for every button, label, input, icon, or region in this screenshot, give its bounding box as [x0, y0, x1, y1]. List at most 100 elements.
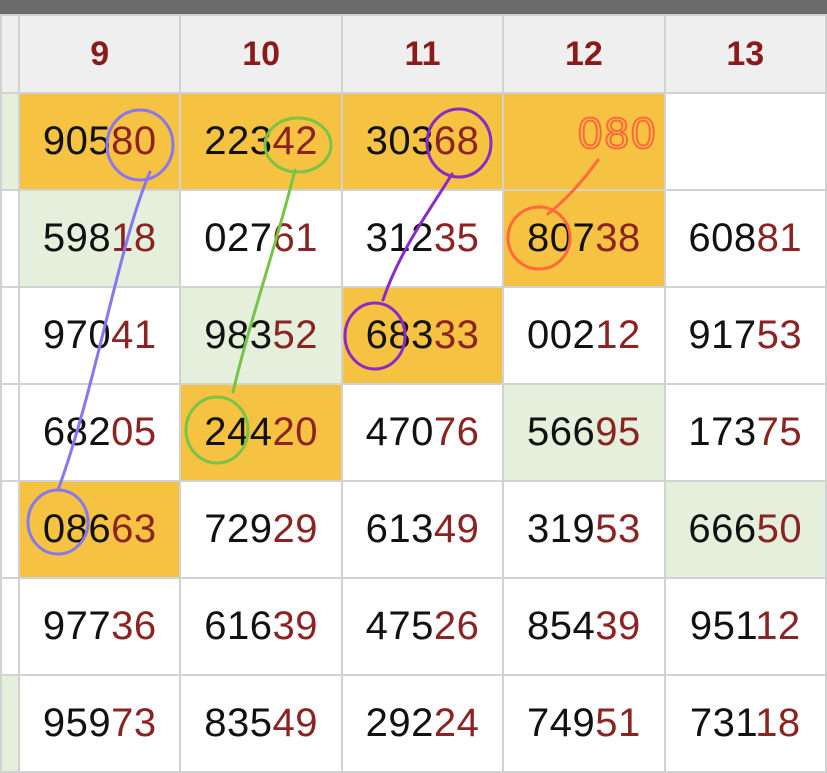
number-prefix: 683	[365, 313, 434, 357]
number-prefix: 027	[204, 216, 273, 260]
number-prefix: 905	[42, 119, 112, 163]
number-tail: 49	[272, 701, 318, 745]
table-row: 68205 24420 47076 56695 17375	[0, 383, 827, 482]
result-cell: 72929	[179, 480, 343, 579]
number-tail: 53	[595, 507, 641, 551]
number-tail: 39	[272, 604, 318, 648]
column-header: 10	[179, 14, 343, 94]
result-cell: 80738	[502, 189, 666, 288]
result-cell: 02761	[179, 189, 343, 288]
column-header: 9	[18, 14, 182, 94]
number-prefix: 613	[365, 507, 434, 551]
table-row: 90580 22342 30368	[0, 92, 827, 191]
number-tail: 52	[272, 313, 318, 357]
number-tail: 50	[756, 507, 803, 551]
table-row: 59818 02761 31235 80738 60881	[0, 189, 827, 288]
result-cell: 31235	[340, 189, 505, 288]
number-prefix: 173	[688, 410, 757, 454]
result-cell: 24420	[179, 383, 343, 482]
number-prefix: 292	[365, 701, 434, 745]
result-cell: 08663	[18, 480, 182, 579]
number-tail: 49	[433, 507, 480, 551]
number-prefix: 470	[365, 410, 434, 454]
number-prefix: 682	[42, 410, 112, 454]
number-prefix: 970	[42, 313, 112, 357]
result-cell: 31953	[502, 480, 666, 579]
number-prefix: 666	[688, 507, 757, 551]
result-cell: 47076	[340, 383, 505, 482]
number-tail: 18	[111, 216, 157, 260]
result-cell: 29224	[340, 674, 505, 773]
number-tail: 76	[433, 410, 480, 454]
row-edge-cell	[0, 480, 21, 579]
result-cell	[663, 92, 827, 191]
result-cell: 95973	[18, 674, 182, 773]
number-prefix: 319	[527, 507, 596, 551]
number-tail: 63	[111, 507, 157, 551]
result-cell: 61639	[179, 577, 343, 676]
result-cell: 30368	[340, 92, 505, 191]
result-cell: 73118	[663, 674, 827, 773]
column-header: 12	[502, 14, 666, 94]
number-prefix: 475	[365, 604, 434, 648]
number-tail: 80	[111, 119, 157, 163]
number-tail: 26	[433, 604, 480, 648]
table-row: 95973 83549 29224 74951 73118	[0, 674, 827, 773]
number-prefix: 983	[204, 313, 273, 357]
row-edge-cell	[0, 286, 21, 385]
result-cell: 22342	[179, 92, 343, 191]
number-tail: 38	[595, 216, 641, 260]
result-cell: 74951	[502, 674, 666, 773]
result-cell: 98352	[179, 286, 343, 385]
number-prefix: 312	[365, 216, 434, 260]
number-prefix: 807	[527, 216, 596, 260]
result-cell: 68205	[18, 383, 182, 482]
number-prefix: 616	[204, 604, 273, 648]
number-prefix: 086	[42, 507, 112, 551]
number-tail: 12	[595, 313, 641, 357]
number-tail: 95	[595, 410, 641, 454]
number-tail: 51	[595, 701, 641, 745]
number-tail: 24	[433, 701, 480, 745]
header-row: 9 10 11 12 13	[0, 14, 827, 94]
number-tail: 42	[272, 119, 318, 163]
number-prefix: 951	[689, 604, 756, 648]
column-header: 11	[340, 14, 505, 94]
result-cell: 59818	[18, 189, 182, 288]
number-tail: 33	[433, 313, 480, 357]
number-prefix: 749	[527, 701, 596, 745]
number-tail: 39	[595, 604, 641, 648]
number-tail: 05	[111, 410, 157, 454]
number-tail: 29	[272, 507, 318, 551]
number-prefix: 977	[42, 604, 112, 648]
result-cell: 47526	[340, 577, 505, 676]
result-cell: 95112	[663, 577, 827, 676]
column-header: 13	[663, 14, 827, 94]
number-prefix: 959	[42, 701, 112, 745]
number-prefix: 917	[688, 313, 757, 357]
number-tail: 41	[111, 313, 157, 357]
number-tail: 18	[755, 701, 801, 745]
number-tail: 20	[272, 410, 318, 454]
number-tail: 68	[433, 119, 480, 163]
result-cell: 68333	[340, 286, 505, 385]
number-prefix: 002	[527, 313, 596, 357]
result-cell: 91753	[663, 286, 827, 385]
number-tail: 53	[756, 313, 803, 357]
results-table: 9 10 11 12 13 90580 22342 30368 59818 02761 3…	[0, 14, 827, 773]
top-bar	[0, 0, 827, 14]
number-tail: 81	[756, 216, 803, 260]
row-edge-cell	[0, 383, 21, 482]
number-prefix: 598	[42, 216, 112, 260]
result-cell: 85439	[502, 577, 666, 676]
header-edge	[0, 14, 21, 94]
number-prefix: 566	[527, 410, 596, 454]
number-prefix: 854	[527, 604, 596, 648]
table-row: 97041 98352 68333 00212 91753	[0, 286, 827, 385]
result-cell: 97736	[18, 577, 182, 676]
result-cell: 97041	[18, 286, 182, 385]
number-tail: 35	[433, 216, 480, 260]
number-prefix: 608	[688, 216, 757, 260]
result-cell: 66650	[663, 480, 827, 579]
row-edge-cell	[0, 577, 21, 676]
